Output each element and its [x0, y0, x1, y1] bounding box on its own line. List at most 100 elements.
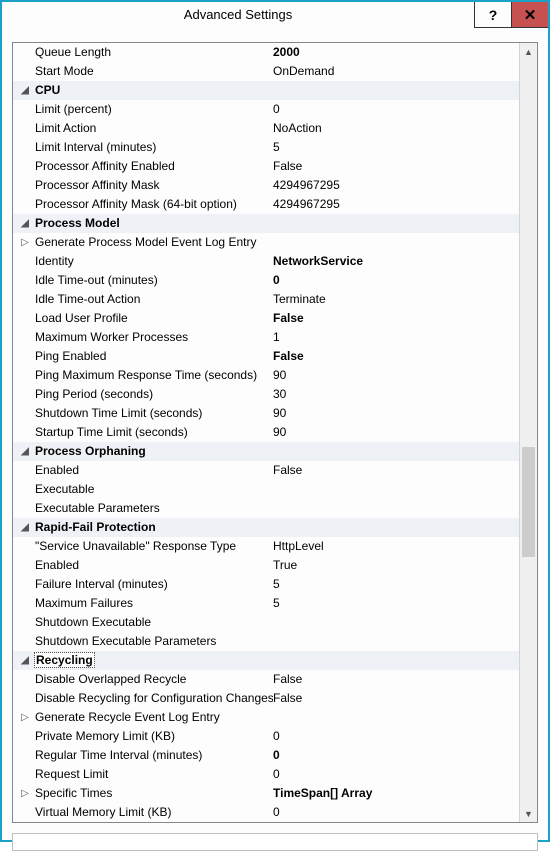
property-row[interactable]: Limit (percent)0: [13, 100, 519, 119]
property-label: Shutdown Executable: [33, 613, 273, 632]
property-row[interactable]: Maximum Worker Processes1: [13, 328, 519, 347]
property-row[interactable]: Maximum Failures5: [13, 594, 519, 613]
property-row[interactable]: Ping Maximum Response Time (seconds)90: [13, 366, 519, 385]
client-area: Queue Length2000Start ModeOnDemand◢CPULi…: [2, 28, 548, 863]
property-value[interactable]: False: [273, 157, 519, 176]
property-value[interactable]: 5: [273, 594, 519, 613]
property-value[interactable]: 90: [273, 423, 519, 442]
property-row[interactable]: Queue Length2000: [13, 43, 519, 62]
property-value[interactable]: 90: [273, 404, 519, 423]
property-row[interactable]: Shutdown Executable: [13, 613, 519, 632]
property-value[interactable]: 5: [273, 138, 519, 157]
property-value[interactable]: 90: [273, 366, 519, 385]
property-row[interactable]: EnabledFalse: [13, 461, 519, 480]
property-row[interactable]: Processor Affinity Mask4294967295: [13, 176, 519, 195]
property-row[interactable]: Idle Time-out ActionTerminate: [13, 290, 519, 309]
property-row[interactable]: Startup Time Limit (seconds)90: [13, 423, 519, 442]
property-row[interactable]: ▷Generate Process Model Event Log Entry: [13, 233, 519, 252]
property-value[interactable]: 0: [273, 100, 519, 119]
property-row[interactable]: Idle Time-out (minutes)0: [13, 271, 519, 290]
property-row[interactable]: Private Memory Limit (KB)0: [13, 727, 519, 746]
description-panel: [12, 833, 538, 851]
property-value[interactable]: 4294967295: [273, 176, 519, 195]
property-value[interactable]: False: [273, 461, 519, 480]
property-value[interactable]: 2000: [273, 43, 519, 62]
category-header[interactable]: ◢Process Orphaning: [13, 442, 519, 461]
property-value[interactable]: False: [273, 347, 519, 366]
property-row[interactable]: Executable: [13, 480, 519, 499]
property-row[interactable]: Limit Interval (minutes)5: [13, 138, 519, 157]
property-row[interactable]: Disable Overlapped RecycleFalse: [13, 670, 519, 689]
property-row[interactable]: Shutdown Executable Parameters: [13, 632, 519, 651]
expand-toggle-icon[interactable]: ◢: [17, 442, 33, 461]
category-header[interactable]: ◢Rapid-Fail Protection: [13, 518, 519, 537]
property-value[interactable]: 4294967295: [273, 195, 519, 214]
property-value[interactable]: False: [273, 670, 519, 689]
expand-toggle-icon[interactable]: ◢: [17, 214, 33, 233]
expand-toggle-icon[interactable]: ◢: [17, 518, 33, 537]
property-row[interactable]: Ping Period (seconds)30: [13, 385, 519, 404]
property-label: Processor Affinity Enabled: [33, 157, 273, 176]
property-value[interactable]: 0: [273, 746, 519, 765]
property-label: Processor Affinity Mask (64-bit option): [33, 195, 273, 214]
property-row[interactable]: "Service Unavailable" Response TypeHttpL…: [13, 537, 519, 556]
property-label: Executable: [33, 480, 273, 499]
property-value[interactable]: 30: [273, 385, 519, 404]
property-row[interactable]: Limit ActionNoAction: [13, 119, 519, 138]
property-value[interactable]: 0: [273, 727, 519, 746]
expand-toggle-icon[interactable]: ◢: [17, 81, 33, 100]
property-value[interactable]: OnDemand: [273, 62, 519, 81]
property-row[interactable]: ▷Specific TimesTimeSpan[] Array: [13, 784, 519, 803]
property-value[interactable]: NoAction: [273, 119, 519, 138]
category-label: Process Model: [33, 214, 519, 233]
property-row[interactable]: Request Limit0: [13, 765, 519, 784]
property-label: Private Memory Limit (KB): [33, 727, 273, 746]
property-value[interactable]: 0: [273, 803, 519, 822]
expand-toggle-icon[interactable]: ◢: [17, 651, 33, 670]
property-row[interactable]: EnabledTrue: [13, 556, 519, 575]
property-value[interactable]: NetworkService: [273, 252, 519, 271]
property-value[interactable]: Terminate: [273, 290, 519, 309]
property-row[interactable]: Ping EnabledFalse: [13, 347, 519, 366]
property-row[interactable]: Virtual Memory Limit (KB)0: [13, 803, 519, 822]
property-value[interactable]: 1: [273, 328, 519, 347]
property-row[interactable]: Processor Affinity EnabledFalse: [13, 157, 519, 176]
expand-toggle-icon[interactable]: ▷: [17, 784, 33, 803]
property-label: Maximum Failures: [33, 594, 273, 613]
property-row[interactable]: Disable Recycling for Configuration Chan…: [13, 689, 519, 708]
property-row[interactable]: Start ModeOnDemand: [13, 62, 519, 81]
property-row[interactable]: Load User ProfileFalse: [13, 309, 519, 328]
property-value[interactable]: 0: [273, 271, 519, 290]
category-header[interactable]: ◢Recycling: [13, 651, 519, 670]
scroll-up-button[interactable]: ▲: [520, 43, 537, 60]
property-label: Startup Time Limit (seconds): [33, 423, 273, 442]
property-label: Enabled: [33, 556, 273, 575]
property-label: Ping Period (seconds): [33, 385, 273, 404]
property-row[interactable]: Shutdown Time Limit (seconds)90: [13, 404, 519, 423]
scroll-thumb[interactable]: [522, 447, 535, 557]
expand-toggle-icon[interactable]: ▷: [17, 233, 33, 252]
property-row[interactable]: Failure Interval (minutes)5: [13, 575, 519, 594]
property-value[interactable]: False: [273, 309, 519, 328]
property-label: Generate Recycle Event Log Entry: [33, 708, 273, 727]
expand-toggle-icon[interactable]: ▷: [17, 708, 33, 727]
property-label: Limit Action: [33, 119, 273, 138]
close-button[interactable]: ✕: [511, 2, 548, 28]
property-row[interactable]: ▷Generate Recycle Event Log Entry: [13, 708, 519, 727]
property-value[interactable]: 5: [273, 575, 519, 594]
property-value[interactable]: True: [273, 556, 519, 575]
property-row[interactable]: Regular Time Interval (minutes)0: [13, 746, 519, 765]
property-value[interactable]: TimeSpan[] Array: [273, 784, 519, 803]
scroll-down-button[interactable]: ▼: [520, 805, 537, 822]
property-value[interactable]: 0: [273, 765, 519, 784]
vertical-scrollbar[interactable]: ▲ ▼: [519, 43, 537, 822]
property-label: Idle Time-out (minutes): [33, 271, 273, 290]
property-row[interactable]: Executable Parameters: [13, 499, 519, 518]
help-button[interactable]: ?: [474, 2, 511, 28]
property-row[interactable]: IdentityNetworkService: [13, 252, 519, 271]
property-value[interactable]: False: [273, 689, 519, 708]
category-header[interactable]: ◢Process Model: [13, 214, 519, 233]
property-value[interactable]: HttpLevel: [273, 537, 519, 556]
category-header[interactable]: ◢CPU: [13, 81, 519, 100]
property-row[interactable]: Processor Affinity Mask (64-bit option)4…: [13, 195, 519, 214]
